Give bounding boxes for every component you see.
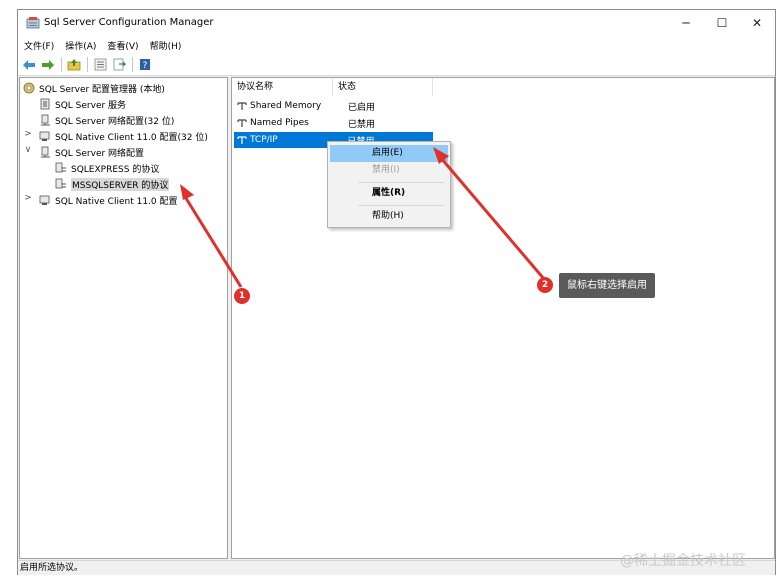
tree-item-network[interactable]: SQL Server 网络配置 — [39, 144, 144, 160]
protocol-name: Named Pipes — [250, 118, 309, 128]
window-title: Sql Server Configuration Manager — [44, 17, 214, 28]
minimize-button[interactable]: ─ — [668, 10, 704, 36]
close-button[interactable]: ✕ — [739, 10, 775, 36]
menu-action[interactable]: 操作(A) — [65, 39, 96, 52]
watermark: @稀土掘金技术社区 — [620, 553, 746, 569]
protocol-row-named-pipes[interactable]: Named Pipes 已禁用 — [234, 115, 434, 131]
config-manager-window: Sql Server Configuration Manager ─ ☐ ✕ 文… — [17, 9, 776, 575]
annotation-badge-2: 2 — [537, 277, 553, 293]
export-icon[interactable] — [111, 57, 127, 73]
tree-item-sqlexpress-protocols[interactable]: SQLEXPRESS 的协议 — [55, 160, 159, 176]
expand-chevron-icon[interactable]: > — [24, 193, 32, 203]
toolbar-separator — [87, 57, 88, 72]
service-icon — [39, 98, 51, 111]
tree-root[interactable]: SQL Server 配置管理器 (本地) — [23, 80, 165, 96]
menu-item-disable: 禁用(I) — [372, 165, 400, 175]
tree-item-native-client-32[interactable]: SQL Native Client 11.0 配置(32 位) — [39, 128, 208, 144]
tree-root-label: SQL Server 配置管理器 (本地) — [39, 84, 165, 95]
protocol-state: 已启用 — [348, 102, 376, 113]
tree-pane[interactable]: SQL Server 配置管理器 (本地) SQL Server 服务 SQL … — [19, 77, 228, 559]
network-config-icon — [39, 146, 51, 159]
menu-help[interactable]: 帮助(H) — [150, 39, 182, 52]
protocols-icon — [55, 178, 67, 191]
native-client-icon — [39, 130, 51, 143]
column-header-state[interactable]: 状态 — [333, 78, 433, 96]
tree-item-mssqlserver-protocols[interactable]: MSSQLSERVER 的协议 — [55, 176, 170, 192]
annotation-badge-1: 1 — [234, 288, 250, 304]
protocols-icon — [55, 162, 67, 175]
protocol-icon — [237, 136, 247, 144]
back-arrow-icon[interactable] — [21, 57, 37, 73]
tree-item-label: SQL Native Client 11.0 配置 — [55, 196, 178, 207]
help-book-icon[interactable]: ? — [137, 57, 153, 73]
config-manager-icon — [23, 82, 35, 95]
up-folder-icon[interactable] — [66, 57, 82, 73]
menu-bar: 文件(F) 操作(A) 查看(V) 帮助(H) — [18, 36, 775, 54]
context-menu: 启用(E) 禁用(I) 属性(R) 帮助(H) — [327, 141, 451, 228]
properties-icon[interactable] — [92, 57, 108, 73]
protocol-icon — [237, 119, 247, 127]
collapse-chevron-icon[interactable]: ∨ — [24, 145, 32, 155]
protocol-name: Shared Memory — [250, 101, 322, 111]
network-config-icon — [39, 114, 51, 127]
tree-item-network-32[interactable]: SQL Server 网络配置(32 位) — [39, 112, 174, 128]
toolbar-separator — [132, 57, 133, 72]
protocol-list-pane[interactable]: 协议名称 状态 Shared Memory 已启用 Named Pipes 已禁… — [231, 77, 775, 559]
menu-item-properties[interactable]: 属性(R) — [330, 185, 448, 202]
tree-item-label: SQLEXPRESS 的协议 — [71, 164, 160, 175]
expand-chevron-icon[interactable]: > — [24, 129, 32, 139]
menu-file[interactable]: 文件(F) — [24, 39, 54, 52]
menu-separator — [358, 205, 444, 206]
toolbar: ? — [18, 54, 775, 76]
forward-arrow-icon[interactable] — [40, 57, 56, 73]
tree-item-label: SQL Native Client 11.0 配置(32 位) — [55, 132, 208, 143]
tree-item-label: MSSQLSERVER 的协议 — [71, 177, 170, 191]
tree-item-label: SQL Server 网络配置(32 位) — [55, 116, 175, 127]
native-client-icon — [39, 194, 51, 207]
protocol-icon — [237, 102, 247, 110]
tree-item-label: SQL Server 网络配置 — [55, 148, 145, 159]
maximize-button[interactable]: ☐ — [704, 10, 740, 36]
menu-item-help[interactable]: 帮助(H) — [330, 208, 448, 225]
protocol-row-shared-memory[interactable]: Shared Memory 已启用 — [234, 98, 434, 114]
menu-view[interactable]: 查看(V) — [107, 39, 138, 52]
toolbar-separator — [61, 57, 62, 72]
annotation-callout: 鼠标右键选择启用 — [559, 273, 655, 298]
tree-item-services[interactable]: SQL Server 服务 — [39, 96, 126, 112]
app-icon — [26, 17, 40, 29]
tree-item-label: SQL Server 服务 — [55, 100, 127, 111]
protocol-state: 已禁用 — [348, 119, 376, 130]
menu-separator — [358, 182, 444, 183]
title-bar: Sql Server Configuration Manager ─ ☐ ✕ — [18, 10, 775, 36]
menu-item-enable[interactable]: 启用(E) — [330, 145, 448, 162]
column-header-protocol[interactable]: 协议名称 — [232, 78, 333, 96]
svg-text:?: ? — [143, 61, 148, 71]
tree-item-native-client[interactable]: SQL Native Client 11.0 配置 — [39, 192, 178, 208]
